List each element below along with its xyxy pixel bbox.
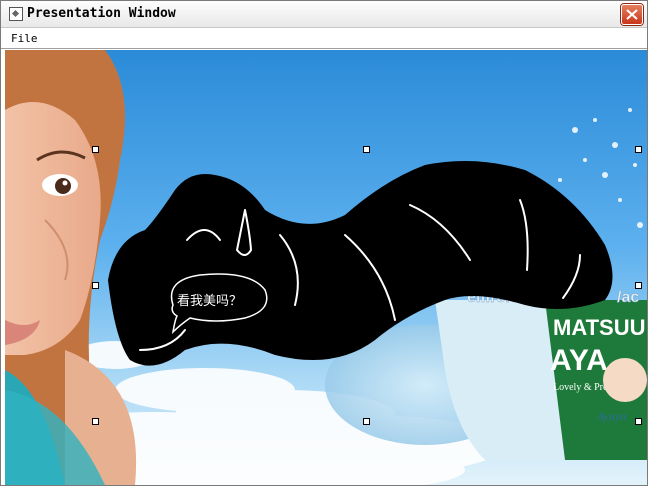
presentation-canvas[interactable]: MATSUU AYA Lovely & Pretty Ayaya elfire.… bbox=[5, 50, 647, 485]
selection-handle[interactable] bbox=[363, 418, 370, 425]
close-icon bbox=[626, 9, 638, 20]
canvas-drawing: MATSUU AYA Lovely & Pretty Ayaya elfire.… bbox=[5, 50, 647, 485]
window-title: Presentation Window bbox=[27, 6, 176, 21]
selection-handle[interactable] bbox=[635, 282, 642, 289]
bottle-portrait bbox=[603, 358, 647, 402]
selection-handle[interactable] bbox=[92, 282, 99, 289]
menu-bar: File bbox=[1, 28, 647, 49]
selection-handle[interactable] bbox=[92, 146, 99, 153]
woman-eye bbox=[55, 178, 71, 194]
close-button[interactable] bbox=[621, 4, 643, 25]
menu-file[interactable]: File bbox=[11, 32, 38, 45]
presentation-window: Presentation Window File MATSUU AYA Love… bbox=[0, 0, 648, 486]
selection-handle[interactable] bbox=[635, 418, 642, 425]
speech-bubble-text: 看我美吗？ bbox=[177, 293, 242, 309]
window-icon bbox=[9, 7, 23, 21]
bottle-text: MATSUU bbox=[553, 315, 645, 340]
selection-handle[interactable] bbox=[635, 146, 642, 153]
watermark-tail: /ac bbox=[617, 289, 639, 306]
bottle-signature: Ayaya bbox=[596, 409, 626, 423]
title-bar[interactable]: Presentation Window bbox=[1, 1, 647, 28]
selection-handle[interactable] bbox=[92, 418, 99, 425]
selection-handle[interactable] bbox=[363, 146, 370, 153]
bottle-brand: AYA bbox=[550, 344, 608, 377]
